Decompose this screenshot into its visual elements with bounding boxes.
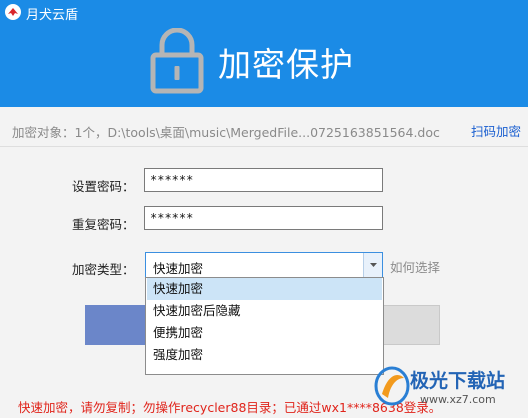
encrypt-type-selected: 快速加密 bbox=[153, 261, 204, 276]
lock-icon bbox=[150, 28, 204, 94]
watermark: 极光下载站 www.xz7.com bbox=[370, 360, 528, 416]
dropdown-arrow[interactable] bbox=[363, 253, 382, 277]
scan-encrypt-link[interactable]: 扫码加密 bbox=[471, 121, 521, 140]
header-banner: 月犬云盾 加密保护 bbox=[0, 0, 528, 107]
option-strong-encrypt[interactable]: 强度加密 bbox=[147, 344, 382, 366]
option-portable-encrypt[interactable]: 便携加密 bbox=[147, 322, 382, 344]
chevron-down-icon bbox=[370, 263, 377, 267]
hero-title: 加密保护 bbox=[218, 45, 354, 84]
app-logo-icon bbox=[5, 4, 21, 20]
option-fast-encrypt-hide[interactable]: 快速加密后隐藏 bbox=[147, 300, 382, 322]
encrypt-type-label: 加密类型： bbox=[72, 262, 135, 277]
divider bbox=[0, 146, 528, 147]
encrypt-type-dropdown: 快速加密 快速加密后隐藏 便携加密 强度加密 bbox=[145, 277, 384, 375]
repeat-password-value: ****** bbox=[150, 211, 194, 225]
option-fast-encrypt[interactable]: 快速加密 bbox=[147, 278, 382, 300]
watermark-text: 极光下载站 bbox=[410, 370, 506, 392]
encrypt-type-select[interactable]: 快速加密 bbox=[145, 252, 383, 278]
encrypt-target-label: 加密对象：1个，D:\tools\桌面\music\MergedFile...0… bbox=[12, 125, 440, 140]
window-title: 月犬云盾 bbox=[26, 8, 79, 23]
password-field[interactable]: ****** bbox=[144, 168, 383, 192]
how-to-choose-link[interactable]: 如何选择 bbox=[390, 257, 440, 276]
password-value: ****** bbox=[150, 173, 194, 187]
repeat-password-field[interactable]: ****** bbox=[144, 206, 383, 230]
password-label: 设置密码： bbox=[72, 179, 135, 194]
title-bar: 月犬云盾 bbox=[0, 0, 528, 26]
watermark-url: www.xz7.com bbox=[420, 393, 496, 406]
repeat-password-label: 重复密码： bbox=[72, 217, 135, 232]
watermark-logo-icon bbox=[374, 366, 410, 406]
